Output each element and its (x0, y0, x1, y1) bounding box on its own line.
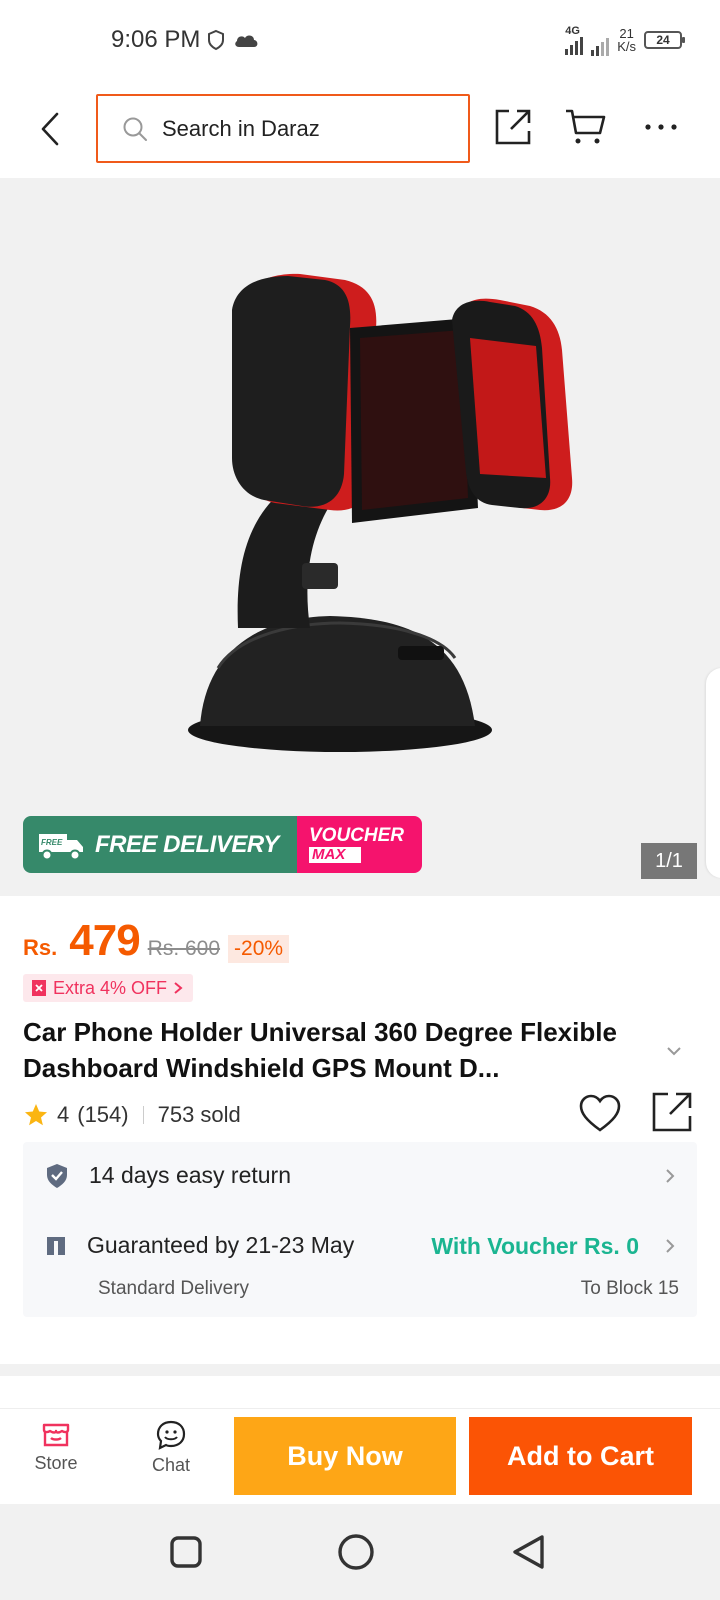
section-divider (0, 1364, 720, 1376)
store-icon (42, 1423, 70, 1447)
triangle-back-icon (513, 1535, 544, 1569)
back-button[interactable] (30, 106, 70, 152)
share-icon (495, 109, 531, 145)
star-icon (25, 1104, 47, 1126)
home-button[interactable] (334, 1530, 378, 1574)
share-button[interactable] (490, 104, 536, 150)
delivery-truck-icon: FREE (39, 833, 83, 860)
return-policy-label: 14 days easy return (89, 1162, 292, 1188)
voucher-label: VOUCHER (309, 825, 405, 846)
price-row: Rs. 479 Rs. 600 -20% (23, 916, 290, 966)
square-icon (170, 1536, 202, 1568)
cart-button[interactable] (562, 104, 608, 150)
status-time: 9:06 PM (111, 26, 201, 53)
product-title: Car Phone Holder Universal 360 Degree Fl… (23, 1017, 617, 1083)
chevron-down-icon[interactable] (666, 1046, 682, 1056)
promo-banner: FREE FREE DELIVERY VOUCHER MAX (23, 816, 422, 873)
cart-icon (566, 109, 606, 144)
chat-icon (156, 1420, 186, 1450)
more-button[interactable] (638, 104, 684, 150)
speed-unit: K/s (617, 39, 636, 54)
discount-badge: -20% (228, 935, 290, 963)
currency-label: Rs. (23, 935, 58, 960)
search-input[interactable]: Search in Daraz (96, 94, 470, 163)
shield-check-icon (47, 1163, 67, 1188)
divider (142, 1106, 144, 1124)
current-price: 479 (69, 916, 140, 965)
buy-now-button[interactable]: Buy Now (234, 1417, 456, 1495)
delivery-method: Standard Delivery (98, 1278, 250, 1299)
original-price: Rs. 600 (147, 937, 221, 960)
store-button[interactable]: Store (16, 1419, 96, 1474)
free-delivery-label: FREE DELIVERY (95, 830, 279, 858)
side-drawer-tab[interactable] (706, 668, 720, 878)
return-policy-row[interactable]: 14 days easy return (45, 1162, 675, 1189)
chat-label: Chat (151, 1455, 191, 1475)
recents-button[interactable] (164, 1530, 208, 1574)
rating-value: 4 (57, 1102, 70, 1127)
add-to-cart-button[interactable]: Add to Cart (469, 1417, 692, 1495)
status-bar: 9:06 PM 4G 21 K/s 24 (0, 0, 720, 80)
search-icon (123, 117, 147, 141)
delivery-destination: To Block 15 (580, 1278, 679, 1299)
coupon-icon (32, 980, 46, 996)
image-counter: 1/1 (641, 843, 697, 879)
free-delivery-badge: FREE FREE DELIVERY (23, 816, 297, 873)
rating-row[interactable]: 4 (154) 753 sold (23, 1102, 241, 1128)
extra-offer-tag[interactable]: Extra 4% OFF (23, 974, 194, 1002)
max-label: MAX (309, 847, 361, 863)
share-product-button[interactable] (650, 1090, 696, 1136)
voucher-max-badge: VOUCHER MAX (297, 816, 422, 873)
top-navigation-bar: Search in Daraz (0, 80, 720, 178)
network-type: 4G (565, 24, 580, 37)
delivery-voucher: With Voucher Rs. 0 (431, 1233, 639, 1259)
delivery-guarantee: Guaranteed by 21-23 May (87, 1232, 355, 1258)
store-label: Store (34, 1453, 78, 1473)
status-indicators: 4G 21 K/s 24 (565, 24, 685, 56)
system-back-button[interactable] (506, 1530, 550, 1574)
signal-icon-2 (591, 38, 610, 56)
bottom-action-bar: Store Chat Buy Now Add to Cart (0, 1408, 720, 1504)
more-icon (645, 124, 677, 130)
delivery-row[interactable]: Guaranteed by 21-23 May With Voucher Rs.… (45, 1232, 675, 1259)
status-time-group: 9:06 PM (111, 26, 260, 54)
delivery-info-box: 14 days easy return Guaranteed by 21-23 … (23, 1142, 697, 1317)
share-icon (652, 1092, 692, 1132)
chevron-right-icon (666, 1238, 675, 1253)
chevron-right-icon (666, 1168, 675, 1183)
signal-icon (565, 36, 584, 55)
chat-button[interactable]: Chat (131, 1419, 211, 1476)
circle-icon (338, 1534, 374, 1570)
product-gallery[interactable]: FREE FREE DELIVERY VOUCHER MAX 1/1 (0, 178, 720, 896)
free-tag: FREE (41, 838, 63, 847)
wishlist-button[interactable] (578, 1092, 622, 1136)
sold-count: 753 sold (157, 1102, 241, 1127)
search-placeholder: Search in Daraz (162, 115, 320, 141)
system-navigation-bar (0, 1504, 720, 1600)
package-icon (47, 1236, 65, 1255)
product-image (188, 273, 573, 752)
shield-icon (208, 29, 225, 51)
chevron-right-icon (174, 982, 183, 994)
battery-icon: 24 (644, 31, 685, 49)
heart-icon (579, 1094, 621, 1132)
cloud-icon (235, 35, 258, 47)
extra-offer-label: Extra 4% OFF (53, 977, 168, 998)
network-speed: 21 K/s (617, 27, 636, 53)
review-count: (154) (77, 1102, 129, 1127)
back-icon (41, 112, 59, 146)
